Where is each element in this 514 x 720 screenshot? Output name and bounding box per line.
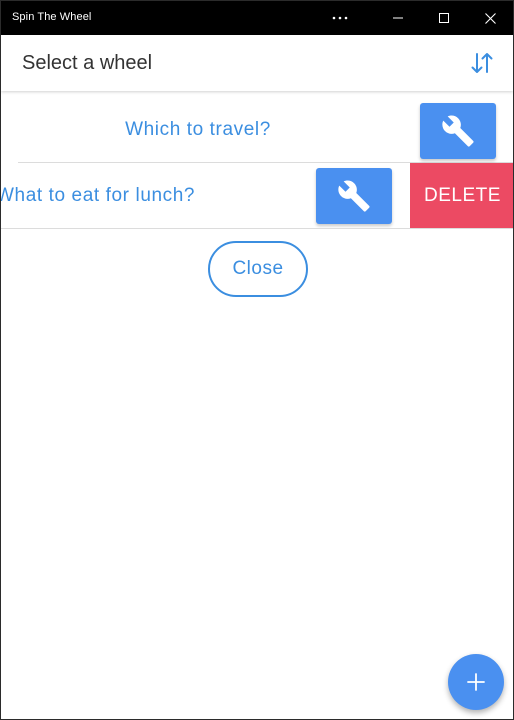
wheel-name[interactable]: Which to travel? — [18, 119, 378, 141]
wrench-icon — [442, 115, 474, 147]
wheel-list-item[interactable]: Which to travel? — [18, 97, 513, 163]
add-wheel-button[interactable] — [448, 654, 504, 710]
sort-arrows-icon — [471, 53, 493, 73]
close-button[interactable]: Close — [208, 241, 308, 297]
title-bar[interactable]: Spin The Wheel — [1, 1, 513, 35]
sort-button[interactable] — [467, 50, 497, 76]
minimize-icon — [393, 17, 403, 19]
delete-wheel-button[interactable]: DELETE — [410, 163, 513, 228]
edit-wheel-button[interactable] — [420, 103, 496, 159]
maximize-button[interactable] — [421, 1, 467, 35]
maximize-icon — [439, 13, 449, 23]
app-window: Spin The Wheel Select a wheel Which to t… — [0, 0, 514, 720]
close-icon — [484, 12, 496, 24]
wheel-name[interactable]: What to eat for lunch? — [1, 185, 195, 207]
wheel-list-item-swiped[interactable]: What to eat for lunch? DELETE — [1, 163, 513, 229]
more-icon — [332, 16, 348, 20]
close-window-button[interactable] — [467, 1, 513, 35]
edit-wheel-button[interactable] — [316, 168, 392, 224]
minimize-button[interactable] — [375, 1, 421, 35]
wrench-icon — [338, 180, 370, 212]
window-title: Spin The Wheel — [12, 11, 92, 23]
header-bar: Select a wheel — [1, 35, 513, 91]
page-title: Select a wheel — [22, 52, 153, 74]
plus-icon — [467, 673, 485, 691]
more-options-button[interactable] — [317, 1, 363, 35]
